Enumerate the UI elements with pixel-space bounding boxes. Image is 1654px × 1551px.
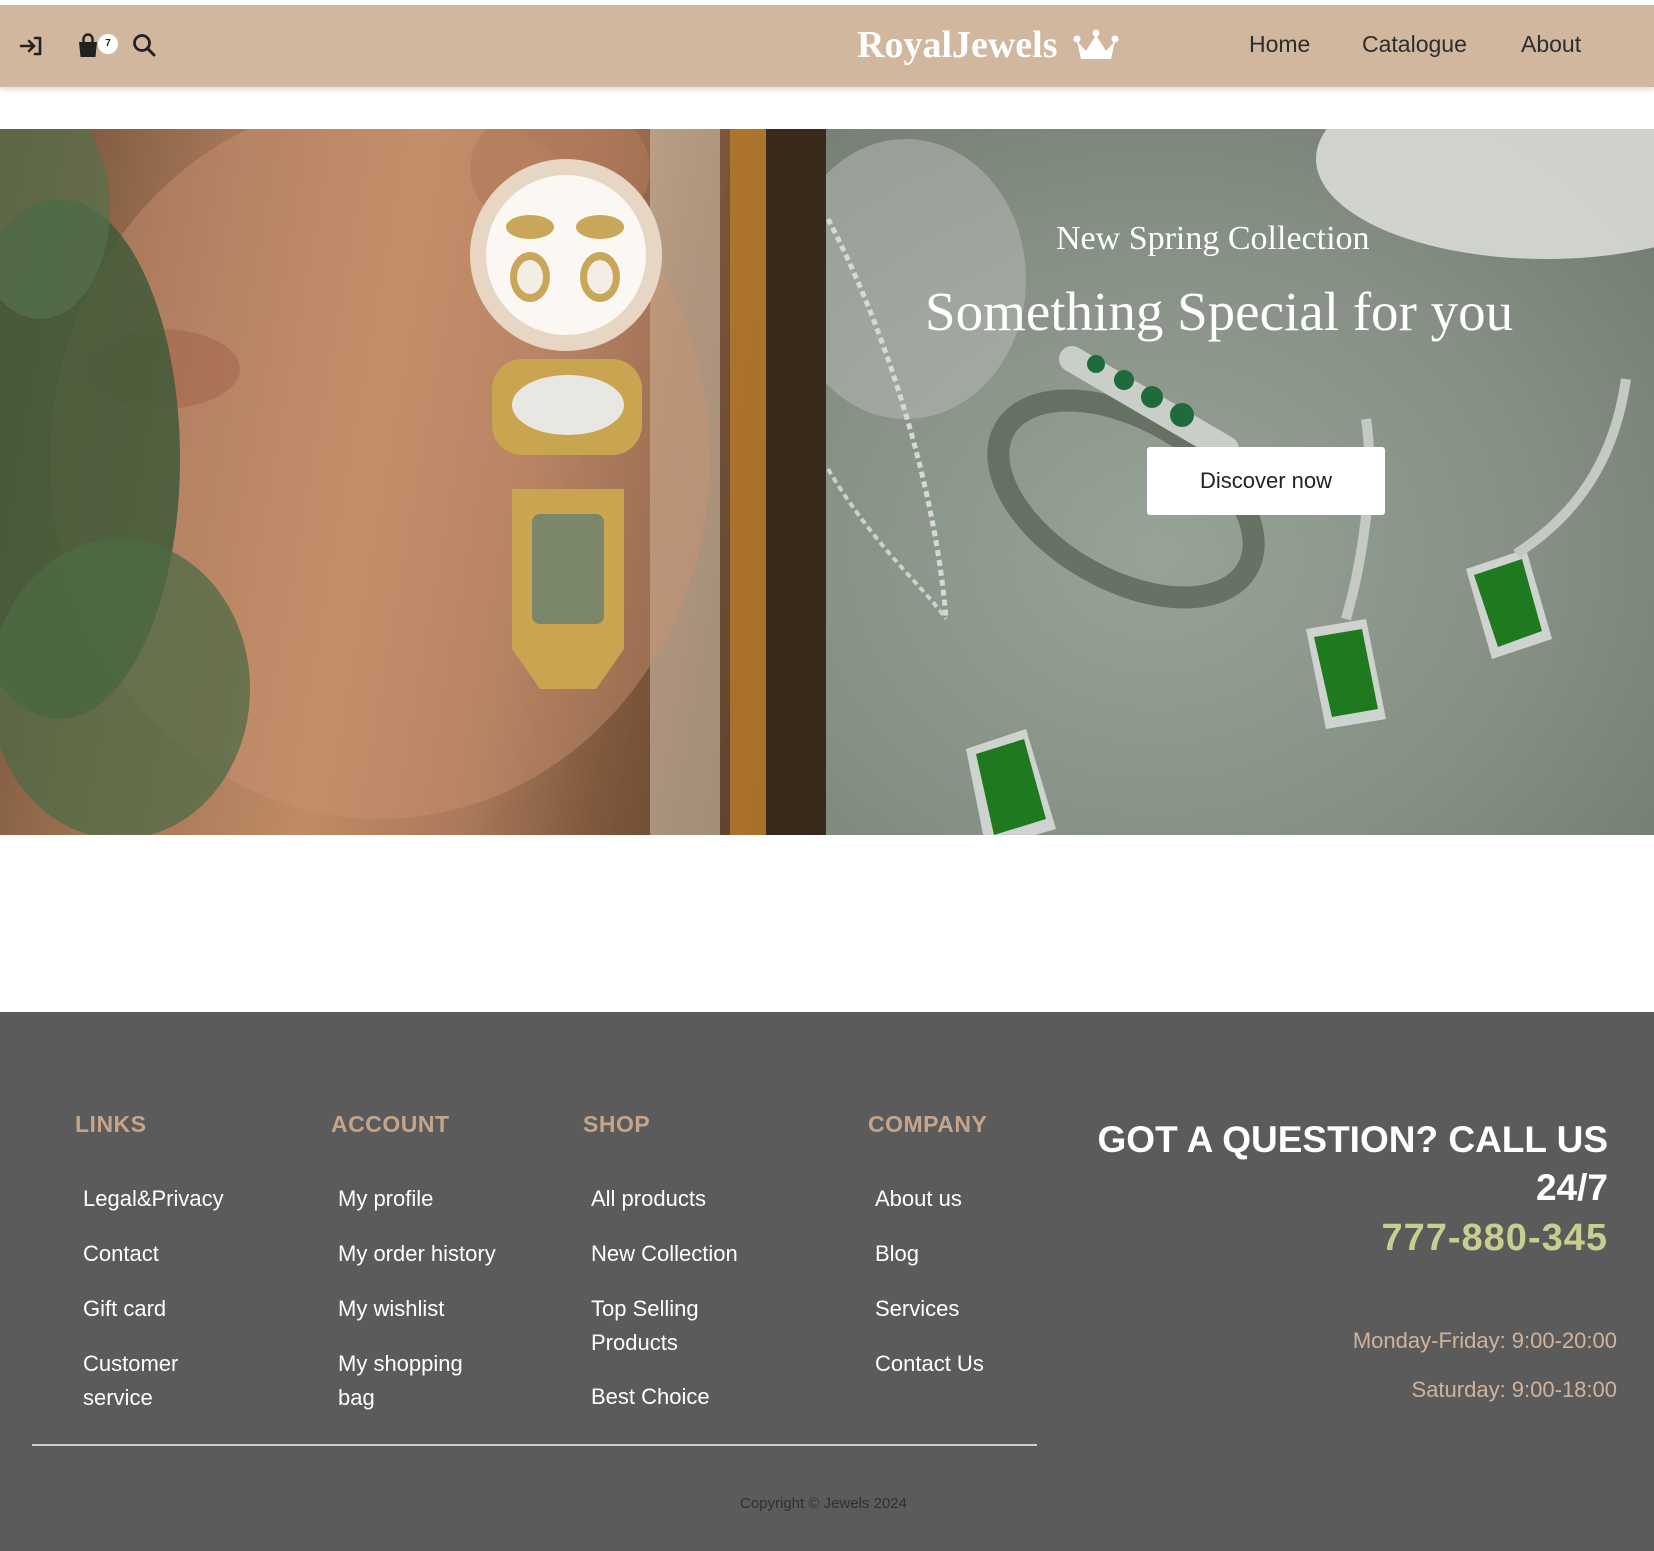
footer-divider: [32, 1444, 1037, 1446]
footer-question-heading-247: 24/7: [1535, 1167, 1608, 1208]
footer-heading-account: ACCOUNT: [331, 1111, 450, 1137]
footer-link-order-history[interactable]: My order history: [338, 1237, 496, 1271]
footer-link-gift-card[interactable]: Gift card: [83, 1292, 166, 1326]
footer-link-best-choice[interactable]: Best Choice: [591, 1380, 710, 1414]
footer-link-all-products[interactable]: All products: [591, 1182, 706, 1216]
footer-heading-shop: SHOP: [583, 1111, 651, 1137]
footer-question-heading: GOT A QUESTION? CALL US: [1097, 1119, 1608, 1160]
crown-icon: [1073, 29, 1119, 59]
footer-link-top-selling[interactable]: Top Selling Products: [591, 1292, 731, 1360]
nav-home[interactable]: Home: [1249, 31, 1310, 58]
footer-link-services[interactable]: Services: [875, 1292, 959, 1326]
nav-about[interactable]: About: [1521, 31, 1581, 58]
footer-link-blog[interactable]: Blog: [875, 1237, 919, 1271]
copyright-text: Copyright © Jewels 2024: [740, 1495, 907, 1512]
footer-heading-links: LINKS: [75, 1111, 147, 1137]
cart-count-badge: 7: [98, 34, 118, 54]
footer-link-contact[interactable]: Contact: [83, 1237, 159, 1271]
search-icon[interactable]: [128, 29, 162, 63]
footer-link-new-collection[interactable]: New Collection: [591, 1237, 738, 1271]
footer-phone-number[interactable]: 777-880-345: [1381, 1217, 1608, 1260]
footer-hours-saturday: Saturday: 9:00-18:00: [1411, 1377, 1617, 1402]
footer-link-my-profile[interactable]: My profile: [338, 1182, 433, 1216]
footer-hours-weekday: Monday-Friday: 9:00-20:00: [1352, 1328, 1617, 1353]
copyright-row: Copyright © Jewels 2024: [0, 1495, 1654, 1512]
brand-logo-text[interactable]: RoyalJewels: [857, 23, 1058, 67]
discover-now-button[interactable]: Discover now: [1147, 447, 1385, 515]
footer-heading-company: COMPANY: [868, 1111, 988, 1137]
hero-title: Something Special for you: [925, 281, 1514, 342]
hero-subtitle: New Spring Collection: [1056, 220, 1370, 257]
nav-catalogue[interactable]: Catalogue: [1362, 31, 1467, 58]
footer-link-about-us[interactable]: About us: [875, 1182, 962, 1216]
footer-link-contact-us[interactable]: Contact Us: [875, 1347, 984, 1381]
site-footer: LINKS ACCOUNT SHOP COMPANY Legal&Privacy…: [0, 1012, 1654, 1551]
earring-illustration: [0, 129, 826, 835]
hero-model-earring-image: [0, 129, 826, 835]
hero-banner: [0, 129, 1654, 835]
footer-link-wishlist[interactable]: My wishlist: [338, 1292, 444, 1326]
footer-link-legal-privacy[interactable]: Legal&Privacy: [83, 1182, 224, 1216]
footer-link-customer-service[interactable]: Customer service: [83, 1347, 213, 1415]
site-header: 7 RoyalJewels Home Catalogue About: [0, 5, 1654, 87]
login-icon[interactable]: [14, 29, 48, 63]
footer-link-shopping-bag[interactable]: My shopping bag: [338, 1347, 488, 1415]
